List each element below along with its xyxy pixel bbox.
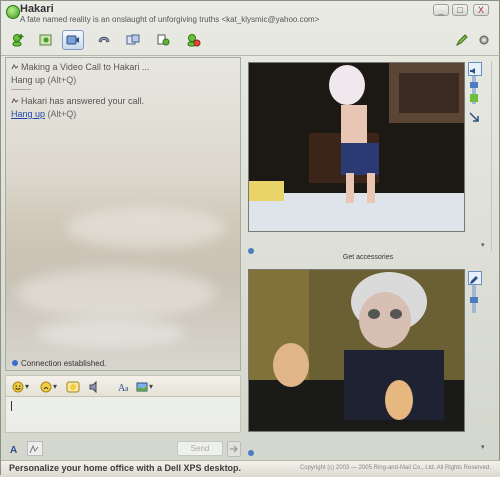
send-button[interactable]: Send xyxy=(177,441,223,456)
remote-video xyxy=(248,62,465,232)
advertisement-link[interactable]: Personalize your home office with a Dell… xyxy=(9,463,241,473)
call-status-icon xyxy=(11,98,19,104)
emoticon-button[interactable]: ▾ xyxy=(12,379,29,394)
close-button[interactable]: X xyxy=(473,4,489,16)
mic-thumb[interactable] xyxy=(470,297,478,303)
title-bar: Hakari A fate named reality is an onslau… xyxy=(1,1,500,27)
remote-video-frame xyxy=(249,63,464,231)
svg-text:A: A xyxy=(10,445,17,455)
call-button[interactable] xyxy=(93,30,115,50)
background-cloud xyxy=(36,318,186,348)
compose-footer: A Send xyxy=(5,437,241,457)
local-video xyxy=(248,269,465,432)
call-status-icon xyxy=(11,64,19,70)
chat-action-line: Hang up (Alt+Q) xyxy=(11,109,76,119)
chat-action-line: Hang up (Alt+Q) xyxy=(11,75,76,85)
local-video-status xyxy=(248,443,254,461)
ink-mode-icon xyxy=(29,444,39,454)
invite-icon xyxy=(12,34,24,47)
connection-status-text: Connection established. xyxy=(21,359,107,368)
nudge-icon xyxy=(230,445,238,453)
shortcut-hint: (Alt+Q) xyxy=(47,109,77,119)
background-cloud xyxy=(66,208,226,248)
draw-button[interactable] xyxy=(451,30,473,50)
insert-image-button[interactable]: ▾ xyxy=(136,379,153,394)
text-mode-icon: A xyxy=(10,445,17,456)
buzz-icon xyxy=(89,380,97,393)
connection-status: Connection established. xyxy=(12,359,106,368)
hang-up-link: Hang up xyxy=(11,75,46,85)
font-button[interactable]: Aa xyxy=(118,379,132,394)
connection-icon xyxy=(12,360,18,366)
activities-icon xyxy=(126,34,140,45)
speaker-icon xyxy=(470,68,475,74)
shortcut-hint: (Alt+Q) xyxy=(47,75,77,85)
side-scrollbar[interactable] xyxy=(491,61,500,251)
block-icon xyxy=(187,34,201,47)
call-icon xyxy=(98,36,110,43)
games-button[interactable] xyxy=(152,30,174,50)
local-video-frame xyxy=(249,270,464,431)
ink-mode-button[interactable] xyxy=(27,441,43,456)
webcam-button[interactable] xyxy=(62,30,84,50)
window-subtitle: A fate named reality is an onslaught of … xyxy=(20,15,320,24)
local-video-menu[interactable]: ▾ xyxy=(481,443,485,451)
pen-icon xyxy=(455,34,468,47)
window-title: Hakari xyxy=(20,3,54,15)
volume-button[interactable] xyxy=(468,62,482,76)
smiley-icon xyxy=(12,381,24,392)
chat-message: Making a Video Call to Hakari ... xyxy=(11,62,149,72)
invite-button[interactable] xyxy=(7,30,29,50)
get-accessories-link[interactable]: Get accessories xyxy=(248,254,488,261)
settings-icon xyxy=(479,35,489,45)
svg-text:a: a xyxy=(125,384,129,393)
message-input[interactable] xyxy=(5,397,241,433)
send-files-icon xyxy=(39,34,52,46)
buddy-status-icon xyxy=(6,5,20,19)
imvironment-icon xyxy=(66,381,80,392)
popout-button[interactable] xyxy=(468,110,480,122)
games-icon xyxy=(157,34,170,46)
formatting-toolbar: ▾ ▾ Aa ▾ xyxy=(5,375,241,397)
volume-thumb[interactable] xyxy=(470,82,478,88)
text-caret xyxy=(11,401,12,411)
block-button[interactable] xyxy=(182,30,204,50)
font-icon: Aa xyxy=(118,383,129,393)
image-icon xyxy=(136,382,148,391)
local-status-icon xyxy=(248,450,254,456)
maximize-button[interactable]: □ xyxy=(452,4,468,16)
hang-up-link[interactable]: Hang up xyxy=(11,109,45,119)
toolbar xyxy=(1,27,500,56)
signal-indicator xyxy=(470,94,478,102)
messenger-window: Hakari A fate named reality is an onslau… xyxy=(0,0,500,477)
background-cloud xyxy=(16,268,216,318)
edit-webcam-button[interactable] xyxy=(468,271,482,285)
remote-video-menu[interactable]: ▾ xyxy=(481,241,485,249)
chat-message: Hakari has answered your call. xyxy=(11,96,144,106)
audible-button[interactable]: ▾ xyxy=(40,379,57,394)
local-video-controls xyxy=(467,271,482,331)
message-text: Making a Video Call to Hakari ... xyxy=(21,62,150,72)
settings-button[interactable] xyxy=(473,30,495,50)
imvironment-button[interactable] xyxy=(66,379,80,394)
status-bar: Personalize your home office with a Dell… xyxy=(1,460,500,477)
text-mode-button[interactable]: A xyxy=(9,442,21,460)
nudge-button[interactable] xyxy=(227,441,241,457)
copyright-text: Copyright (c) 2003 — 2005 Ring-and-Mail … xyxy=(299,465,491,471)
popout-arrow-icon xyxy=(469,112,479,122)
divider xyxy=(11,89,31,90)
pencil-icon xyxy=(470,276,478,284)
buzz-button[interactable] xyxy=(88,379,100,394)
message-text: Hakari has answered your call. xyxy=(21,96,145,106)
send-files-button[interactable] xyxy=(35,30,57,50)
remote-video-controls xyxy=(467,62,482,142)
minimize-button[interactable]: _ xyxy=(433,4,449,16)
chat-history[interactable]: Making a Video Call to Hakari ... Hang u… xyxy=(5,57,241,371)
webcam-icon xyxy=(66,35,79,45)
audible-icon xyxy=(40,381,52,392)
activities-button[interactable] xyxy=(122,30,144,50)
